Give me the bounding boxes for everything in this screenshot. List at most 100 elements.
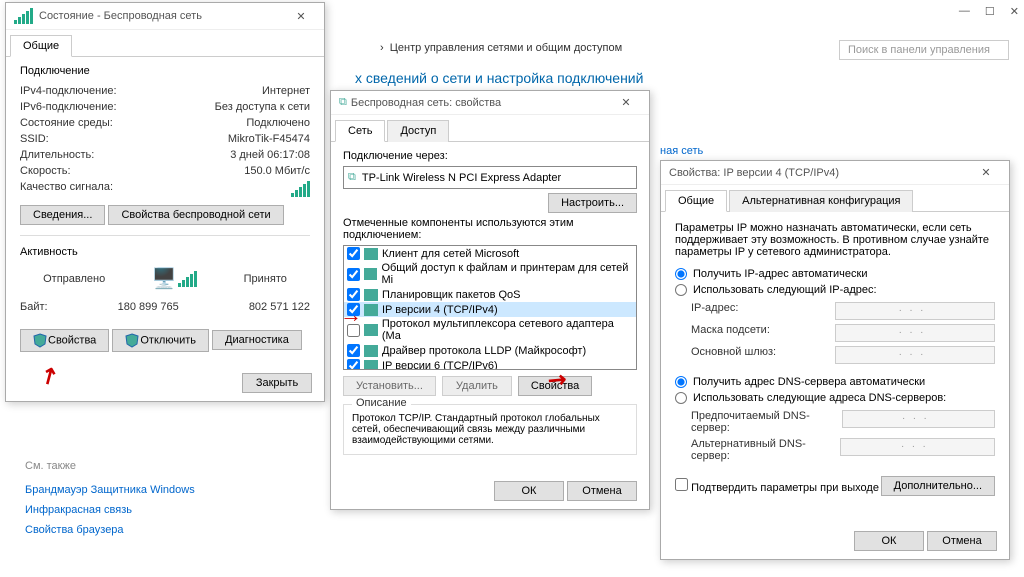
adapter-name: TP-Link Wireless N PCI Express Adapter <box>362 172 561 184</box>
item-checkbox[interactable] <box>347 288 360 301</box>
shield-icon <box>33 333 48 348</box>
close-icon[interactable]: ✕ <box>1010 5 1019 18</box>
duration-value: 3 дней 06:17:08 <box>230 149 310 161</box>
speed-value: 150.0 Мбит/c <box>244 165 310 177</box>
ssid-value: MikroTik-F45474 <box>228 133 310 145</box>
components-label: Отмеченные компоненты используются этим … <box>343 217 637 241</box>
close-icon[interactable]: ✕ <box>286 10 316 23</box>
list-item[interactable]: Планировщик пакетов QoS <box>344 287 636 302</box>
item-checkbox[interactable] <box>347 303 360 316</box>
list-item[interactable]: Общий доступ к файлам и принтерам для се… <box>344 261 636 287</box>
close-button[interactable]: Закрыть <box>242 373 312 393</box>
monitor-icon: 🖥️ <box>151 266 176 291</box>
status-title: Состояние - Беспроводная сеть <box>39 10 286 22</box>
mask-label: Маска подсети: <box>691 324 770 342</box>
signal-bars-icon <box>291 181 310 197</box>
tab-alternative[interactable]: Альтернативная конфигурация <box>729 190 913 212</box>
auto-dns-radio[interactable] <box>675 376 687 388</box>
wireless-props-button[interactable]: Свойства беспроводной сети <box>108 205 283 225</box>
item-checkbox[interactable] <box>347 268 360 281</box>
list-item[interactable]: IP версии 4 (TCP/IPv4) <box>344 302 636 317</box>
close-icon[interactable]: ✕ <box>611 96 641 109</box>
sent-value: 180 899 765 <box>118 301 179 313</box>
close-icon[interactable]: ✕ <box>971 166 1001 179</box>
manual-ip-radio[interactable] <box>675 284 687 296</box>
ipv6-label: IPv6-подключение: <box>20 101 117 113</box>
diagnose-button[interactable]: Диагностика <box>212 330 302 350</box>
duration-label: Длительность: <box>20 149 94 161</box>
ipv4-intro: Параметры IP можно назначать автоматичес… <box>675 222 995 258</box>
network-icon <box>364 345 378 357</box>
manual-ip-label: Использовать следующий IP-адрес: <box>693 284 877 296</box>
browser-props-link[interactable]: Свойства браузера <box>25 520 195 540</box>
components-list[interactable]: Клиент для сетей MicrosoftОбщий доступ к… <box>343 245 637 370</box>
infrared-link[interactable]: Инфракрасная связь <box>25 500 195 520</box>
ok-button[interactable]: ОК <box>494 481 564 501</box>
advanced-button[interactable]: Дополнительно... <box>881 476 995 496</box>
cancel-button[interactable]: Отмена <box>567 481 637 501</box>
ok-button[interactable]: ОК <box>854 531 924 551</box>
desc-text: Протокол TCP/IP. Стандартный протокол гл… <box>352 413 628 446</box>
list-item[interactable]: IP версии 6 (TCP/IPv6) <box>344 358 636 370</box>
list-item[interactable]: Протокол мультиплексора сетевого адаптер… <box>344 317 636 343</box>
list-item[interactable]: Клиент для сетей Microsoft <box>344 246 636 261</box>
search-input[interactable]: Поиск в панели управления <box>839 40 1009 60</box>
ip-input: ... <box>835 302 995 320</box>
maximize-icon[interactable]: ☐ <box>985 5 995 18</box>
properties-button[interactable]: Свойства <box>20 329 109 352</box>
network-icon <box>364 289 378 301</box>
auto-dns-label: Получить адрес DNS-сервера автоматически <box>693 376 925 388</box>
bytes-label: Байт: <box>20 301 48 313</box>
ipv4-title: Свойства: IP версии 4 (TCP/IPv4) <box>669 167 971 179</box>
status-window: Состояние - Беспроводная сеть ✕ Общие По… <box>5 2 325 402</box>
network-link[interactable]: ная сеть <box>660 145 703 157</box>
tab-network[interactable]: Сеть <box>335 120 385 142</box>
network-icon <box>364 268 377 280</box>
install-button[interactable]: Установить... <box>343 376 436 396</box>
signal-label: Качество сигнала: <box>20 181 113 197</box>
speed-label: Скорость: <box>20 165 71 177</box>
dns2-label: Альтернативный DNS-сервер: <box>691 438 840 462</box>
item-checkbox[interactable] <box>347 247 360 260</box>
tab-general[interactable]: Общие <box>10 35 72 57</box>
auto-ip-label: Получить IP-адрес автоматически <box>693 268 867 280</box>
page-subtitle: х сведений о сети и настройка подключени… <box>355 70 643 86</box>
item-checkbox[interactable] <box>347 359 360 370</box>
firewall-link[interactable]: Брандмауэр Защитника Windows <box>25 480 195 500</box>
tab-general[interactable]: Общие <box>665 190 727 212</box>
item-checkbox[interactable] <box>347 344 360 357</box>
component-props-button[interactable]: Свойства <box>518 376 592 396</box>
activity-bars-icon <box>178 271 197 287</box>
cancel-button[interactable]: Отмена <box>927 531 997 551</box>
connection-section: Подключение <box>20 65 310 77</box>
adapter-icon: ⧉ <box>339 96 347 109</box>
validate-checkbox[interactable] <box>675 478 688 491</box>
auto-ip-radio[interactable] <box>675 268 687 280</box>
configure-button[interactable]: Настроить... <box>548 193 637 213</box>
remove-button[interactable]: Удалить <box>442 376 512 396</box>
see-also-section: См. также Брандмауэр Защитника Windows И… <box>25 460 195 540</box>
dns1-input: ... <box>842 410 995 428</box>
details-button[interactable]: Сведения... <box>20 205 105 225</box>
activity-section: Активность <box>20 246 310 258</box>
recv-label: Принято <box>244 273 287 285</box>
list-item[interactable]: Драйвер протокола LLDP (Майкрософт) <box>344 343 636 358</box>
sent-label: Отправлено <box>43 273 105 285</box>
ipv4-value: Интернет <box>262 85 310 97</box>
network-icon <box>364 248 378 260</box>
mask-input: ... <box>835 324 995 342</box>
media-value: Подключено <box>246 117 310 129</box>
recv-value: 802 571 122 <box>249 301 310 313</box>
manual-dns-radio[interactable] <box>675 392 687 404</box>
ipv4-label: IPv4-подключение: <box>20 85 117 97</box>
item-checkbox[interactable] <box>347 324 360 337</box>
tab-sharing[interactable]: Доступ <box>387 120 449 142</box>
see-also-header: См. также <box>25 460 195 472</box>
minimize-icon[interactable]: — <box>959 5 970 18</box>
media-label: Состояние среды: <box>20 117 113 129</box>
gateway-label: Основной шлюз: <box>691 346 776 364</box>
breadcrumb[interactable]: › Центр управления сетями и общим доступ… <box>380 42 622 54</box>
disable-button[interactable]: Отключить <box>112 329 209 352</box>
dns2-input: ... <box>840 438 995 456</box>
network-icon <box>364 360 378 371</box>
